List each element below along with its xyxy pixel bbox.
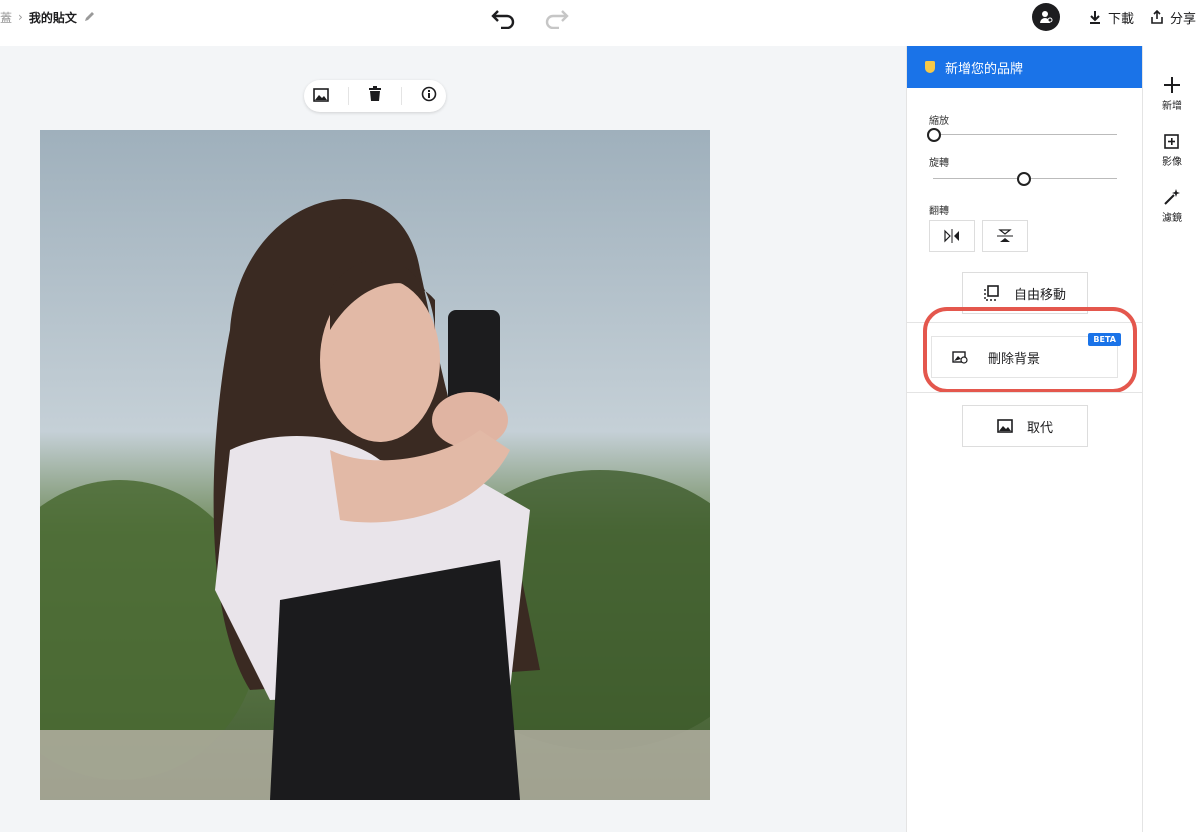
image-icon-button[interactable] (313, 87, 330, 106)
add-brand-header[interactable]: 新增您的品牌 (907, 46, 1142, 88)
divider (907, 392, 1142, 393)
history-controls (488, 4, 572, 32)
flip-vertical-icon (997, 229, 1013, 242)
breadcrumb-separator: › (18, 10, 23, 24)
download-icon (1089, 11, 1100, 24)
flip-horizontal-button[interactable] (929, 220, 975, 252)
share-button[interactable]: 分享 (1150, 8, 1196, 27)
rail-image-label: 影像 (1162, 157, 1182, 168)
info-icon (421, 86, 436, 102)
download-button[interactable]: 下載 (1088, 8, 1134, 27)
flip-vertical-button[interactable] (982, 220, 1028, 252)
photo-canvas[interactable] (40, 130, 710, 800)
rotate-slider[interactable] (933, 172, 1117, 186)
replace-button[interactable]: 取代 (962, 405, 1088, 447)
undo-icon (491, 10, 515, 29)
doc-title[interactable]: 我的貼文 (29, 9, 77, 26)
properties-panel: 新增您的品牌 縮放 旋轉 翻轉 自由移動 刪除背景 BETA 取代 (906, 46, 1142, 832)
plus-icon (1164, 77, 1180, 93)
info-button[interactable] (421, 86, 437, 106)
magic-wand-icon (1164, 189, 1180, 205)
trash-icon (368, 86, 381, 101)
image-add-icon (1164, 134, 1179, 149)
image-icon (997, 419, 1013, 433)
brand-shield-icon (925, 61, 935, 73)
highlight-ring (923, 307, 1137, 393)
tool-rail: 新增 影像 濾鏡 (1142, 46, 1200, 832)
canvas-toolbar (304, 80, 446, 112)
rail-filter-label: 濾鏡 (1162, 213, 1182, 224)
rail-image-button[interactable]: 影像 (1143, 132, 1200, 168)
top-actions: 下載 分享 (1031, 0, 1200, 34)
rotate-label: 旋轉 (929, 158, 949, 169)
brand-avatar-button[interactable] (1031, 3, 1060, 31)
rail-add-button[interactable]: 新增 (1143, 76, 1200, 112)
zoom-label: 縮放 (929, 116, 949, 127)
breadcrumb-home[interactable]: 蓋 (0, 9, 12, 26)
user-add-icon (1039, 11, 1053, 23)
redo-button[interactable] (540, 4, 572, 32)
download-label: 下載 (1107, 11, 1134, 27)
breadcrumb: 蓋 › 我的貼文 (0, 0, 97, 34)
rail-filter-button[interactable]: 濾鏡 (1143, 188, 1200, 224)
image-icon (313, 87, 330, 102)
brand-title: 新增您的品牌 (945, 61, 1024, 77)
delete-button[interactable] (368, 86, 382, 106)
zoom-slider-knob[interactable] (927, 128, 941, 142)
photo-image (40, 130, 710, 800)
replace-label: 取代 (1026, 420, 1053, 436)
free-move-label: 自由移動 (1013, 287, 1066, 303)
rail-add-label: 新增 (1162, 101, 1182, 112)
divider (348, 87, 350, 105)
rotate-slider-knob[interactable] (1017, 172, 1031, 186)
divider (400, 87, 402, 105)
flip-horizontal-icon (944, 229, 959, 243)
undo-button[interactable] (488, 4, 520, 32)
pencil-icon[interactable] (83, 9, 97, 26)
zoom-slider[interactable] (927, 128, 1117, 142)
share-icon (1151, 10, 1163, 24)
free-move-icon (984, 285, 999, 301)
top-bar: 蓋 › 我的貼文 下載 分享 (0, 0, 1200, 46)
redo-icon (545, 10, 569, 29)
share-label: 分享 (1169, 11, 1196, 27)
flip-label: 翻轉 (929, 206, 949, 217)
